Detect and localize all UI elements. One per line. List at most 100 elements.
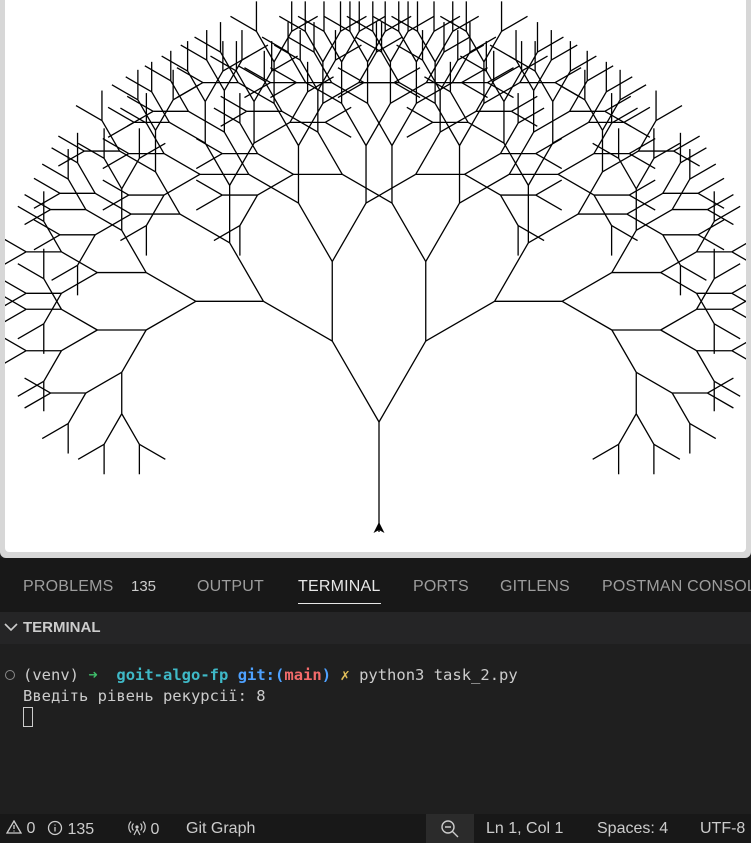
- tab-terminal[interactable]: TERMINAL: [298, 578, 381, 604]
- tree-branch-127: [324, 106, 352, 123]
- tree-branch-18: [24, 392, 51, 409]
- tree-branch-81: [51, 147, 78, 164]
- problems-count-badge: 135: [131, 578, 157, 595]
- status-indentation[interactable]: Spaces: 4: [597, 820, 668, 838]
- tree-branch-140: [163, 153, 201, 175]
- tree-branch-469: [713, 205, 741, 222]
- tree-branch-505: [635, 413, 655, 445]
- tree-branch-284: [299, 59, 319, 91]
- tree-branch-151: [126, 95, 154, 112]
- tree-branch-134: [145, 194, 165, 226]
- tree-branch-78: [33, 192, 61, 209]
- tree-branch-508: [618, 413, 637, 445]
- tree-branch-261: [257, 173, 294, 196]
- tree-branch-2: [263, 300, 333, 342]
- status-ports[interactable]: 0: [128, 820, 159, 839]
- tree-branch-156: [206, 59, 225, 91]
- tree-branch-384: [425, 300, 495, 342]
- tree-branch-169: [194, 36, 221, 53]
- status-git-graph[interactable]: Git Graph: [186, 820, 255, 838]
- tree-branch-259: [341, 173, 393, 204]
- terminal-section-header[interactable]: TERMINAL: [0, 612, 751, 644]
- tree-branch-445: [662, 234, 682, 266]
- tree-branch-437: [680, 147, 707, 164]
- tree-branch-33: [17, 263, 45, 280]
- tree-branch-7: [121, 413, 140, 445]
- tree-branch-38: [43, 292, 62, 325]
- panel-tab-bar: PROBLEMS 135 OUTPUT TERMINAL PORTS GITLE…: [0, 558, 751, 612]
- tree-branch-111: [204, 70, 224, 102]
- tree-branch-467: [696, 220, 715, 253]
- tree-branch-450: [611, 229, 637, 273]
- tree-branch-136: [120, 225, 147, 242]
- tree-branch-5: [121, 329, 147, 373]
- terminal-output[interactable]: (venv) ➜ goit-algo-fp git:(main) ✗ pytho…: [0, 644, 751, 814]
- tree-branch-183: [322, 31, 342, 63]
- tree-branch-449: [561, 272, 613, 302]
- tree-branch-254: [517, 225, 545, 242]
- tree-branch-245: [517, 107, 545, 124]
- tab-gitlens[interactable]: GITLENS: [500, 578, 570, 596]
- tree-branch-131: [248, 173, 299, 204]
- tree-branch-275: [317, 131, 343, 175]
- tree-branch-376: [628, 153, 656, 170]
- tree-branch-35: [145, 272, 197, 302]
- tree-branch-483: [696, 278, 715, 310]
- tree-branch-93: [111, 84, 139, 101]
- tree-branch-69: [94, 213, 132, 236]
- tree-branch-273: [213, 107, 241, 124]
- tree-branch-391: [406, 106, 434, 123]
- tree-branch-163: [273, 103, 300, 146]
- tree-branch-138: [102, 194, 130, 211]
- chevron-down-icon[interactable]: [3, 619, 19, 635]
- tree-branch-153: [144, 65, 172, 82]
- tree-branch-258: [391, 202, 427, 262]
- tree-branch-478: [713, 323, 741, 340]
- tab-output[interactable]: OUTPUT: [197, 578, 264, 596]
- tree-branch-506: [653, 443, 681, 460]
- tree-branch-199: [244, 67, 271, 84]
- status-encoding[interactable]: UTF-8: [700, 820, 745, 838]
- tree-branch-463: [707, 194, 734, 211]
- tree-branch-55: [24, 194, 51, 211]
- tree-branch-287: [317, 59, 337, 91]
- tree-branch-494: [713, 380, 741, 397]
- tab-ports[interactable]: PORTS: [413, 578, 469, 596]
- tree-branch-489: [660, 329, 697, 352]
- tree-branch-249: [464, 173, 501, 196]
- tree-branch-13: [85, 371, 123, 394]
- broadcast-icon: [128, 821, 146, 836]
- tree-branch-31: [5, 296, 27, 310]
- tree-branch-289: [335, 44, 362, 61]
- tree-branch-466: [660, 251, 697, 274]
- tree-branch-67: [179, 213, 230, 244]
- tree-branch-452: [618, 157, 637, 190]
- tree-branch-27: [5, 337, 27, 352]
- tree-branch-502: [689, 422, 717, 440]
- status-errors[interactable]: 0: [5, 819, 35, 838]
- tree-branch-80: [76, 162, 96, 194]
- tree-branch-103: [107, 106, 135, 123]
- tree-branch-361: [550, 44, 578, 61]
- tree-branch-268: [257, 153, 294, 175]
- tree-branch-402: [527, 142, 554, 186]
- info-icon: [47, 820, 63, 836]
- tree-branch-72: [51, 264, 78, 281]
- tree-branch-417: [528, 213, 579, 244]
- tree-branch-387: [503, 142, 529, 186]
- terminal-output-line: Введіть рівень рекурсії: 8: [23, 687, 266, 705]
- tree-branch-272: [239, 122, 259, 154]
- status-warnings[interactable]: 135: [47, 820, 94, 839]
- tree-branch-142: [102, 153, 130, 170]
- status-cursor-position[interactable]: Ln 1, Col 1: [486, 820, 563, 838]
- tab-postman-console[interactable]: POSTMAN CONSOLE: [602, 578, 751, 596]
- tree-branch-242: [464, 153, 501, 175]
- tree-branch-496: [611, 329, 637, 373]
- tree-branch-99: [204, 142, 231, 186]
- tree-branch-193: [331, 202, 367, 262]
- zoom-button[interactable]: [426, 814, 474, 843]
- tab-problems[interactable]: PROBLEMS: [23, 578, 114, 596]
- tree-branch-95: [154, 99, 174, 131]
- tree-branch-40: [17, 323, 45, 340]
- terminal-section-title: TERMINAL: [23, 619, 101, 636]
